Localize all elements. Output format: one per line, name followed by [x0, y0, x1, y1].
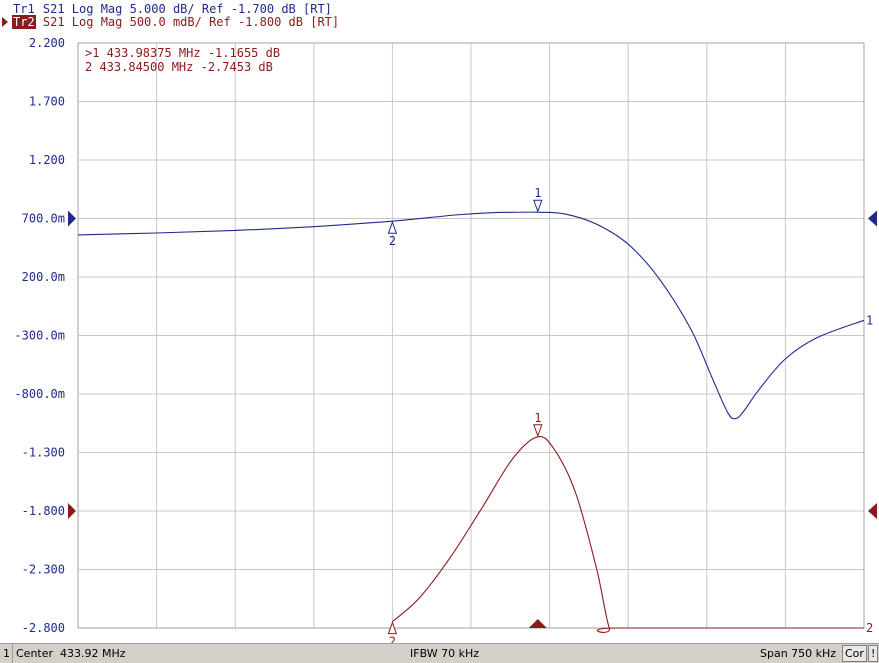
span-value[interactable]: Span 750 kHz: [760, 647, 836, 660]
ifbw-value[interactable]: IFBW 70 kHz: [410, 647, 479, 660]
y-tick-label: -1.300: [22, 446, 65, 460]
reference-arrows: [68, 210, 877, 628]
y-tick-label: -800.0m: [14, 387, 65, 401]
y-tick-label: 2.200: [29, 36, 65, 50]
correction-indicator[interactable]: Cor: [842, 645, 867, 662]
marker-table-row: 2 433.84500 MHz -2.7453 dB: [85, 60, 273, 74]
trace-end-label: 1: [866, 313, 873, 327]
status-bar: 1 Center 433.92 MHz IFBW 70 kHz Span 750…: [0, 643, 879, 663]
measurement-plot[interactable]: 2.200 1.700 1.200 700.0m 200.0m -300.0m -800.0…: [0, 0, 879, 643]
y-tick-label: -300.0m: [14, 329, 65, 343]
reference-arrow-right-icon[interactable]: [868, 210, 877, 227]
marker-label: 2: [389, 635, 396, 643]
marker-triangle-icon[interactable]: [387, 220, 398, 234]
reference-arrow-left-icon[interactable]: [68, 503, 76, 519]
marker-table: >1 433.98375 MHz -1.1655 dB 2 433.84500 …: [85, 46, 280, 74]
reference-arrow-right-icon[interactable]: [868, 503, 877, 519]
vna-screen: Tr1 S21 Log Mag 5.000 dB/ Ref -1.700 dB …: [0, 0, 879, 663]
y-axis-ticks: 2.200 1.700 1.200 700.0m 200.0m -300.0m -800.0…: [14, 36, 65, 635]
status-separator: [12, 644, 13, 663]
marker-table-row: >1 433.98375 MHz -1.1655 dB: [85, 46, 280, 60]
warning-indicator[interactable]: !: [868, 645, 879, 662]
plot-grid: [77, 42, 865, 629]
marker-triangle-icon[interactable]: [533, 199, 543, 213]
y-tick-label: -2.800: [22, 621, 65, 635]
marker-label: 1: [534, 186, 541, 200]
y-tick-label: -2.300: [22, 563, 65, 577]
y-tick-label: 1.200: [29, 153, 65, 167]
marker-label: 2: [389, 234, 396, 248]
y-tick-label: 200.0m: [22, 270, 65, 284]
markers: 1 2 1 2: [387, 186, 543, 643]
y-tick-label: 1.700: [29, 95, 65, 109]
marker-label: 1: [534, 411, 541, 425]
channel-number[interactable]: 1: [3, 647, 10, 660]
traces: 12: [77, 211, 873, 635]
reference-arrow-left-icon[interactable]: [68, 210, 76, 227]
y-tick-label: 700.0m: [22, 212, 65, 226]
y-tick-label: -1.800: [22, 504, 65, 518]
trace-end-label: 2: [866, 621, 873, 635]
stimulus-marker-icon[interactable]: [528, 619, 547, 628]
marker-triangle-icon[interactable]: [533, 424, 543, 438]
center-frequency[interactable]: Center 433.92 MHz: [16, 647, 126, 660]
